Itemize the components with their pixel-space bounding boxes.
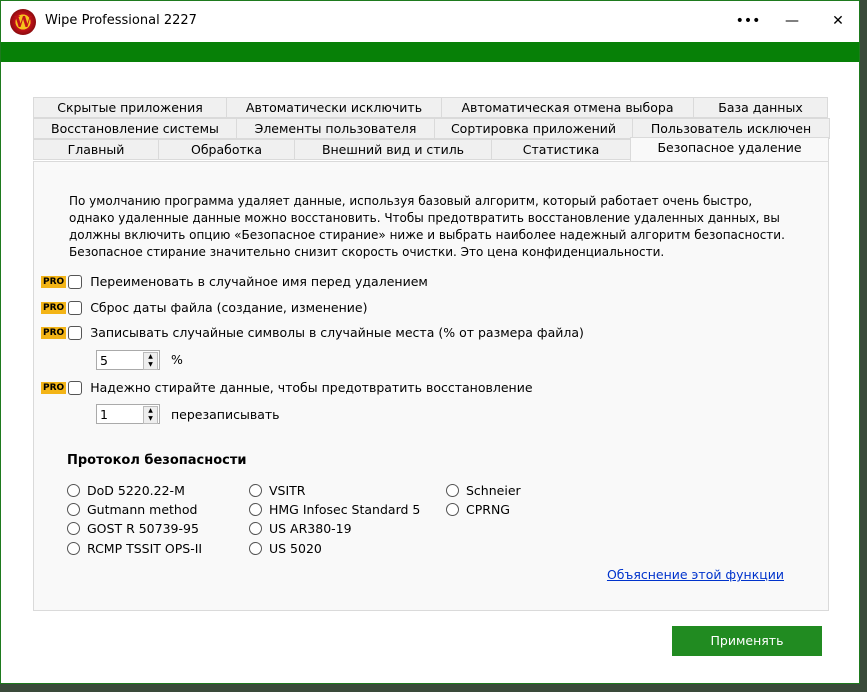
tab-system-restore[interactable]: Восстановление системы xyxy=(33,118,237,139)
radio-rcmp[interactable]: RCMP TSSIT OPS-II xyxy=(67,541,202,556)
radio-schneier[interactable]: Schneier xyxy=(446,483,521,498)
minimize-button[interactable]: — xyxy=(777,9,807,33)
percent-unit: % xyxy=(171,352,183,367)
tab-app-sorting[interactable]: Сортировка приложений xyxy=(434,118,633,139)
secure-delete-panel: По умолчанию программа удаляет данные, и… xyxy=(33,161,829,611)
rename-checkbox[interactable] xyxy=(68,275,82,289)
spinner-arrows[interactable]: ▲▼ xyxy=(143,406,158,424)
pro-badge: PRO xyxy=(41,276,66,288)
more-options-button[interactable]: ••• xyxy=(733,9,763,33)
percent-value: 5 xyxy=(100,353,108,368)
reset-date-checkbox[interactable] xyxy=(68,301,82,315)
tab-processing[interactable]: Обработка xyxy=(158,139,295,160)
apply-button[interactable]: Применять xyxy=(672,626,822,656)
tab-user-items[interactable]: Элементы пользователя xyxy=(236,118,435,139)
app-logo-icon: W xyxy=(10,9,36,35)
option-random-chars: PRO Записывать случайные символы в случай… xyxy=(41,325,584,340)
radio-us-5020[interactable]: US 5020 xyxy=(249,541,322,556)
close-button[interactable]: ✕ xyxy=(823,9,853,33)
radio-gutmann[interactable]: Gutmann method xyxy=(67,502,197,517)
radio-cprng[interactable]: CPRNG xyxy=(446,502,510,517)
radio-vsitr[interactable]: VSITR xyxy=(249,483,306,498)
secure-erase-checkbox[interactable] xyxy=(68,381,82,395)
overwrite-spinner[interactable]: 1 ▲▼ xyxy=(96,404,160,424)
radio-dod[interactable]: DoD 5220.22-M xyxy=(67,483,185,498)
description-text: По умолчанию программа удаляет данные, и… xyxy=(69,193,789,261)
pro-badge: PRO xyxy=(41,327,66,339)
radio-hmg[interactable]: HMG Infosec Standard 5 xyxy=(249,502,420,517)
tab-auto-exclude[interactable]: Автоматически исключить xyxy=(226,97,442,118)
pro-badge: PRO xyxy=(41,302,66,314)
overwrite-value: 1 xyxy=(100,407,108,422)
pro-badge: PRO xyxy=(41,382,66,394)
tab-hidden-apps[interactable]: Скрытые приложения xyxy=(33,97,227,118)
tab-statistics[interactable]: Статистика xyxy=(491,139,631,160)
tab-user-excluded[interactable]: Пользователь исключен xyxy=(632,118,830,139)
tab-appearance[interactable]: Внешний вид и стиль xyxy=(294,139,492,160)
title-bar: W Wipe Professional 2227 ••• — ✕ xyxy=(1,1,859,41)
app-window: W Wipe Professional 2227 ••• — ✕ Скрытые… xyxy=(0,0,860,684)
overwrite-unit: перезаписывать xyxy=(171,407,280,422)
option-label: Записывать случайные символы в случайные… xyxy=(90,325,584,340)
tab-main[interactable]: Главный xyxy=(33,139,159,160)
option-rename: PRO Переименовать в случайное имя перед у… xyxy=(41,274,428,289)
spinner-arrows[interactable]: ▲▼ xyxy=(143,352,158,370)
radio-gost[interactable]: GOST R 50739-95 xyxy=(67,521,199,536)
tab-auto-deselect[interactable]: Автоматическая отмена выбора xyxy=(441,97,694,118)
tab-secure-delete[interactable]: Безопасное удаление xyxy=(630,137,829,161)
help-link[interactable]: Объяснение этой функции xyxy=(607,567,784,582)
option-secure-erase: PRO Надежно стирайте данные, чтобы предот… xyxy=(41,380,533,395)
protocol-heading: Протокол безопасности xyxy=(67,453,247,468)
option-label: Переименовать в случайное имя перед удал… xyxy=(90,274,428,289)
tab-database[interactable]: База данных xyxy=(693,97,828,118)
option-label: Сброс даты файла (создание, изменение) xyxy=(90,300,367,315)
radio-us-ar380[interactable]: US AR380-19 xyxy=(249,521,352,536)
option-label: Надежно стирайте данные, чтобы предотвра… xyxy=(90,380,532,395)
window-title: Wipe Professional 2227 xyxy=(45,13,197,28)
random-chars-checkbox[interactable] xyxy=(68,326,82,340)
option-reset-date: PRO Сброс даты файла (создание, изменение… xyxy=(41,300,367,315)
header-band xyxy=(1,42,859,62)
percent-spinner[interactable]: 5 ▲▼ xyxy=(96,350,160,370)
